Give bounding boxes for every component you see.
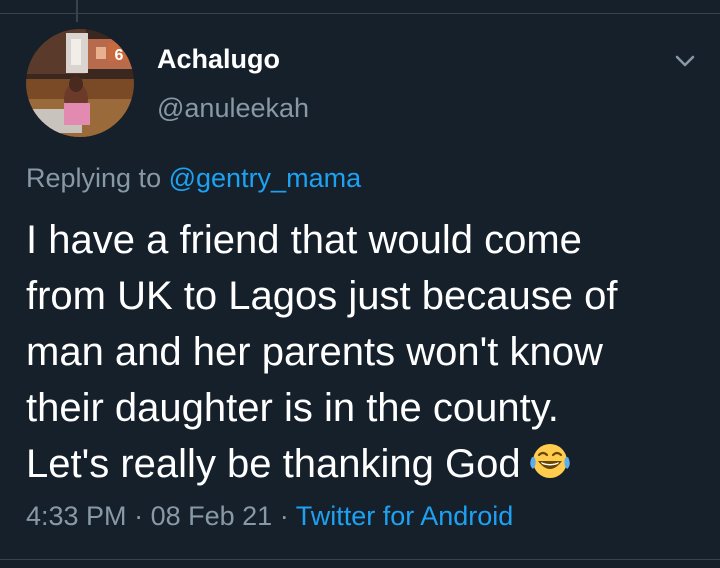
tweet-text-line: from UK to Lagos just because of xyxy=(26,274,618,318)
avatar[interactable]: 6 xyxy=(26,29,134,137)
replying-prefix: Replying to xyxy=(26,163,162,193)
meta-separator: · xyxy=(279,501,289,531)
tweet-text-line: their daughter is in the county. xyxy=(26,386,559,430)
tweet-text-line-last: Let's really be thanking God xyxy=(26,436,706,498)
reply-mention-link[interactable]: @gentry_mama xyxy=(169,163,361,193)
tweet-text-line: I have a friend that would come xyxy=(26,218,582,262)
meta-separator: · xyxy=(134,501,144,531)
tweet-source-link[interactable]: Twitter for Android xyxy=(296,501,514,531)
tweet-text-line: man and her parents won't know xyxy=(26,330,603,374)
tweet-date[interactable]: 08 Feb 21 xyxy=(151,501,273,531)
chevron-down-icon[interactable] xyxy=(672,48,698,74)
bottom-divider xyxy=(0,559,720,560)
svg-text:6: 6 xyxy=(115,47,124,64)
author-name[interactable]: Achalugo xyxy=(157,44,280,75)
tweet-meta: 4:33 PM · 08 Feb 21 · Twitter for Androi… xyxy=(26,501,513,532)
thread-connector xyxy=(76,0,78,22)
tweet-text-line: Let's really be thanking God xyxy=(26,442,521,486)
avatar-photo: 6 xyxy=(26,29,134,137)
top-divider xyxy=(0,13,720,14)
replying-to: Replying to @gentry_mama xyxy=(26,163,361,194)
face-with-tears-of-joy-icon xyxy=(527,439,573,498)
tweet-time[interactable]: 4:33 PM xyxy=(26,501,127,531)
tweet-text: I have a friend that would come from UK … xyxy=(26,212,706,498)
author-handle[interactable]: @anuleekah xyxy=(157,93,309,124)
